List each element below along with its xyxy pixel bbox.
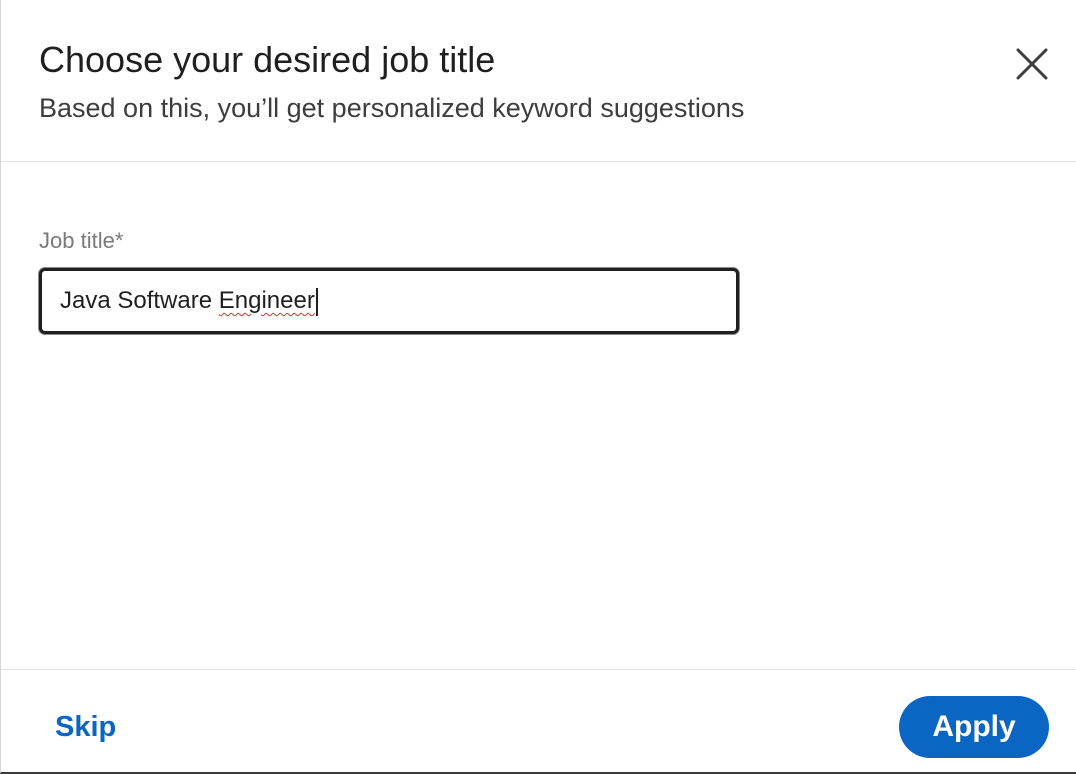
apply-button[interactable]: Apply <box>899 696 1049 758</box>
dialog-footer: Skip Apply <box>1 669 1076 772</box>
dialog-title: Choose your desired job title <box>39 39 496 80</box>
close-button[interactable] <box>1005 34 1059 88</box>
dialog-subtitle: Based on this, you’ll get personalized k… <box>39 93 745 123</box>
dialog-body: Job title* Java Software Engineer <box>1 162 1076 669</box>
job-title-dialog: Choose your desired job title Based on t… <box>0 0 1076 774</box>
job-title-input[interactable]: Java Software Engineer <box>39 268 739 334</box>
job-title-text-start: Java Software <box>60 287 219 314</box>
close-icon <box>1016 48 1048 80</box>
job-title-label: Job title* <box>39 228 124 253</box>
spellcheck-word: Engineer <box>218 287 315 314</box>
dialog-header: Choose your desired job title Based on t… <box>1 0 1076 162</box>
skip-button[interactable]: Skip <box>39 702 132 752</box>
job-title-input-value: Java Software Engineer <box>60 285 318 317</box>
text-caret <box>315 287 318 316</box>
